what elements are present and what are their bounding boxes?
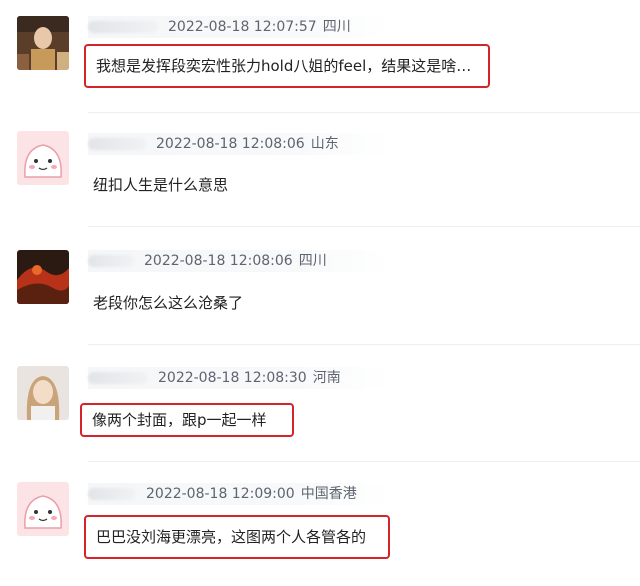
comment-text: 像两个封面，跟p一起一样 [92,411,267,429]
comment-region: 河南 [312,370,341,386]
comment-time: 2022-08-18 12:09:00 [146,486,295,502]
comment-time: 2022-08-18 12:08:30 [158,370,307,386]
comment-region: 四川 [298,253,327,269]
divider [88,226,640,227]
comment-time: 2022-08-18 12:08:06 [156,136,305,152]
avatar-photo-icon [17,16,69,70]
comment-region: 山东 [310,136,339,152]
comment-time: 2022-08-18 12:07:57 [168,19,317,35]
avatar-portrait-icon [17,366,69,420]
divider [88,461,640,462]
comment-text: 巴巴没刘海更漂亮，这图两个人各管各的 [96,528,367,546]
comment-text-highlighted: 我想是发挥段奕宏性张力hold八姐的feel，结果这是啥… [84,44,490,88]
divider [88,344,640,345]
avatar[interactable] [17,250,69,304]
comment-region: 四川 [322,19,351,35]
avatar[interactable] [17,366,69,420]
comment-text-highlighted: 像两个封面，跟p一起一样 [80,403,294,437]
avatar[interactable] [17,16,69,70]
comment-text: 我想是发挥段奕宏性张力hold八姐的feel，结果这是啥… [96,57,472,75]
avatar[interactable] [17,482,69,536]
comment-text-highlighted: 巴巴没刘海更漂亮，这图两个人各管各的 [84,515,390,559]
comment-meta: 2022-08-18 12:08:06 山东 [88,133,388,155]
comment-meta: 2022-08-18 12:08:06 四川 [88,250,388,272]
comment-meta: 2022-08-18 12:09:00 中国香港 [88,483,388,505]
comment-time: 2022-08-18 12:08:06 [144,253,293,269]
comment-text: 纽扣人生是什么意思 [93,176,229,194]
avatar-pink-cartoon-icon [17,482,69,536]
comment-meta: 2022-08-18 12:08:30 河南 [88,367,388,389]
avatar[interactable] [17,131,69,185]
comment-meta: 2022-08-18 12:07:57 四川 [88,16,388,38]
avatar-landscape-icon [17,250,69,304]
avatar-pink-cartoon-icon [17,131,69,185]
comment-text: 老段你怎么这么沧桑了 [93,294,244,312]
divider [88,112,640,113]
comment-region: 中国香港 [300,486,357,502]
